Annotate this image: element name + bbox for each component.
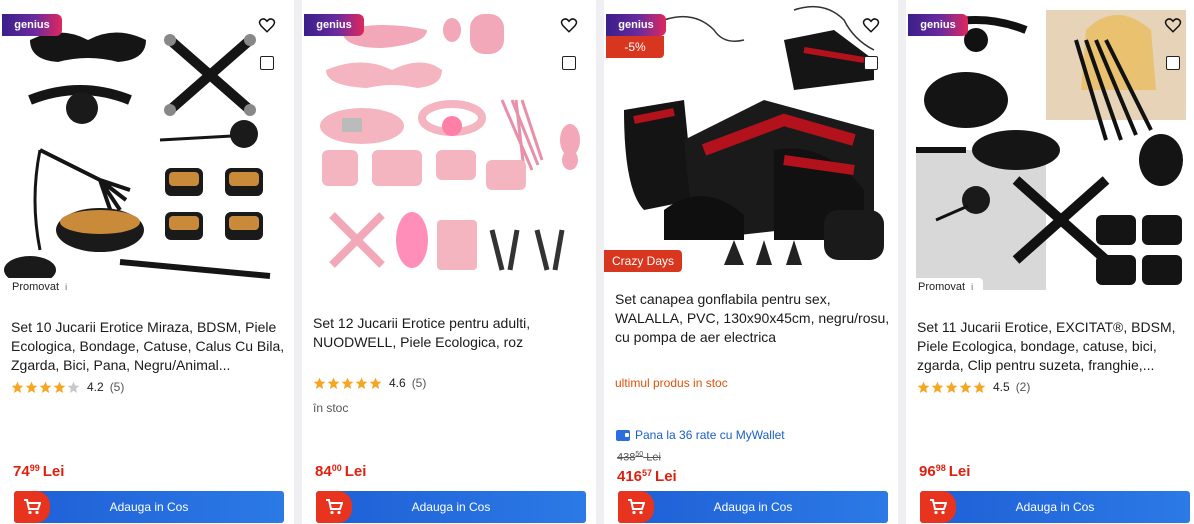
- star-icon: [917, 381, 930, 393]
- product-title[interactable]: Set 11 Jucarii Erotice, EXCITAT®, BDSM, …: [917, 318, 1187, 375]
- star-icon: [327, 377, 340, 389]
- genius-badge: genius: [606, 14, 666, 36]
- add-to-cart-label: Adauga in Cos: [109, 500, 189, 514]
- price-main: 416: [617, 468, 643, 485]
- promoted-badge: Promovat i: [912, 278, 984, 296]
- product-title[interactable]: Set canapea gonflabila pentru sex, WALAL…: [615, 290, 890, 347]
- review-count[interactable]: (5): [110, 380, 125, 394]
- price-decimals: 98: [935, 463, 946, 473]
- product-image[interactable]: genius Promovat i: [0, 0, 294, 296]
- heart-icon[interactable]: [560, 16, 578, 34]
- product-price: 8400 Lei: [315, 463, 366, 480]
- review-count[interactable]: (2): [1016, 380, 1031, 394]
- promoted-label: Promovat: [918, 281, 966, 293]
- product-card[interactable]: genius Set 12 Jucarii Erotice pentru adu…: [302, 0, 596, 524]
- star-icon: [369, 377, 382, 389]
- stock-status: ultimul produs in stoc: [615, 376, 728, 390]
- cart-icon: [316, 491, 352, 523]
- star-icon: [67, 381, 80, 393]
- price-main: 74: [13, 463, 30, 480]
- product-price: 7499 Lei: [13, 463, 64, 480]
- price-currency: Lei: [948, 463, 971, 480]
- rating-value: 4.2: [87, 380, 104, 394]
- star-icon: [945, 381, 958, 393]
- price-currency: Lei: [344, 463, 367, 480]
- installments-info[interactable]: Pana la 36 rate cu MyWallet: [616, 428, 785, 442]
- compare-checkbox[interactable]: [562, 56, 576, 70]
- product-card[interactable]: genius Promovat i Set 11 Jucarii Erotice,…: [906, 0, 1194, 524]
- product-rating: 4.2 (5): [11, 380, 124, 394]
- installments-label: Pana la 36 rate cu MyWallet: [635, 428, 785, 442]
- star-icon: [931, 381, 944, 393]
- price-decimals: 00: [331, 463, 342, 473]
- star-icon: [11, 381, 24, 393]
- add-to-cart-button[interactable]: Adauga in Cos: [618, 491, 888, 523]
- add-to-cart-label: Adauga in Cos: [411, 500, 491, 514]
- old-price: 43850 Lei: [617, 451, 661, 464]
- product-card[interactable]: genius -5% Crazy Days Set canapea gonfla…: [604, 0, 898, 524]
- price-main: 96: [919, 463, 936, 480]
- product-title[interactable]: Set 10 Jucarii Erotice Miraza, BDSM, Pie…: [11, 318, 286, 375]
- price-decimals: 57: [642, 468, 653, 478]
- compare-checkbox[interactable]: [260, 56, 274, 70]
- star-icon: [355, 377, 368, 389]
- heart-icon[interactable]: [1164, 16, 1182, 34]
- product-price: 41657 Lei: [617, 468, 677, 485]
- genius-badge: genius: [304, 14, 364, 36]
- cart-icon: [920, 491, 956, 523]
- rating-value: 4.5: [993, 380, 1010, 394]
- discount-badge: -5%: [606, 36, 664, 58]
- rating-stars: [11, 381, 80, 394]
- add-to-cart-button[interactable]: Adauga in Cos: [14, 491, 284, 523]
- campaign-badge: Crazy Days: [604, 250, 682, 272]
- star-icon: [53, 381, 66, 393]
- star-icon: [25, 381, 38, 393]
- heart-icon[interactable]: [862, 16, 880, 34]
- price-decimals: 99: [29, 463, 40, 473]
- info-icon[interactable]: i: [65, 282, 67, 292]
- product-image[interactable]: genius Promovat i: [906, 0, 1194, 296]
- genius-badge: genius: [2, 14, 62, 36]
- rating-stars: [917, 381, 986, 394]
- product-image[interactable]: genius -5% Crazy Days: [604, 0, 898, 280]
- rating-stars: [313, 377, 382, 390]
- old-price-currency: Lei: [646, 451, 661, 464]
- add-to-cart-button[interactable]: Adauga in Cos: [920, 491, 1190, 523]
- review-count[interactable]: (5): [412, 376, 427, 390]
- cart-icon: [14, 491, 50, 523]
- info-icon[interactable]: i: [971, 282, 973, 292]
- product-title[interactable]: Set 12 Jucarii Erotice pentru adulti, NU…: [313, 314, 588, 352]
- promoted-badge: Promovat i: [6, 278, 78, 296]
- price-currency: Lei: [42, 463, 65, 480]
- rating-value: 4.6: [389, 376, 406, 390]
- old-price-decimals: 50: [635, 451, 644, 458]
- compare-checkbox[interactable]: [1166, 56, 1180, 70]
- cart-icon: [618, 491, 654, 523]
- star-icon: [959, 381, 972, 393]
- product-photo: [302, 0, 596, 296]
- star-icon: [341, 377, 354, 389]
- price-currency: Lei: [655, 468, 677, 485]
- old-price-main: 438: [617, 451, 636, 464]
- product-price: 9698 Lei: [919, 463, 970, 480]
- price-main: 84: [315, 463, 332, 480]
- genius-badge: genius: [908, 14, 968, 36]
- product-rating: 4.6 (5): [313, 376, 426, 390]
- product-rating: 4.5 (2): [917, 380, 1030, 394]
- product-photo: [0, 0, 294, 296]
- star-icon: [313, 377, 326, 389]
- promoted-label: Promovat: [12, 281, 60, 293]
- add-to-cart-label: Adauga in Cos: [1015, 500, 1095, 514]
- compare-checkbox[interactable]: [864, 56, 878, 70]
- heart-icon[interactable]: [258, 16, 276, 34]
- product-photo: [906, 0, 1194, 296]
- product-card[interactable]: genius Promovat i Set 10 Jucarii Erotice …: [0, 0, 294, 524]
- add-to-cart-label: Adauga in Cos: [713, 500, 793, 514]
- product-image[interactable]: genius: [302, 0, 596, 296]
- add-to-cart-button[interactable]: Adauga in Cos: [316, 491, 586, 523]
- wallet-icon: [616, 429, 630, 441]
- star-icon: [973, 381, 986, 393]
- stock-status: în stoc: [313, 401, 349, 415]
- star-icon: [39, 381, 52, 393]
